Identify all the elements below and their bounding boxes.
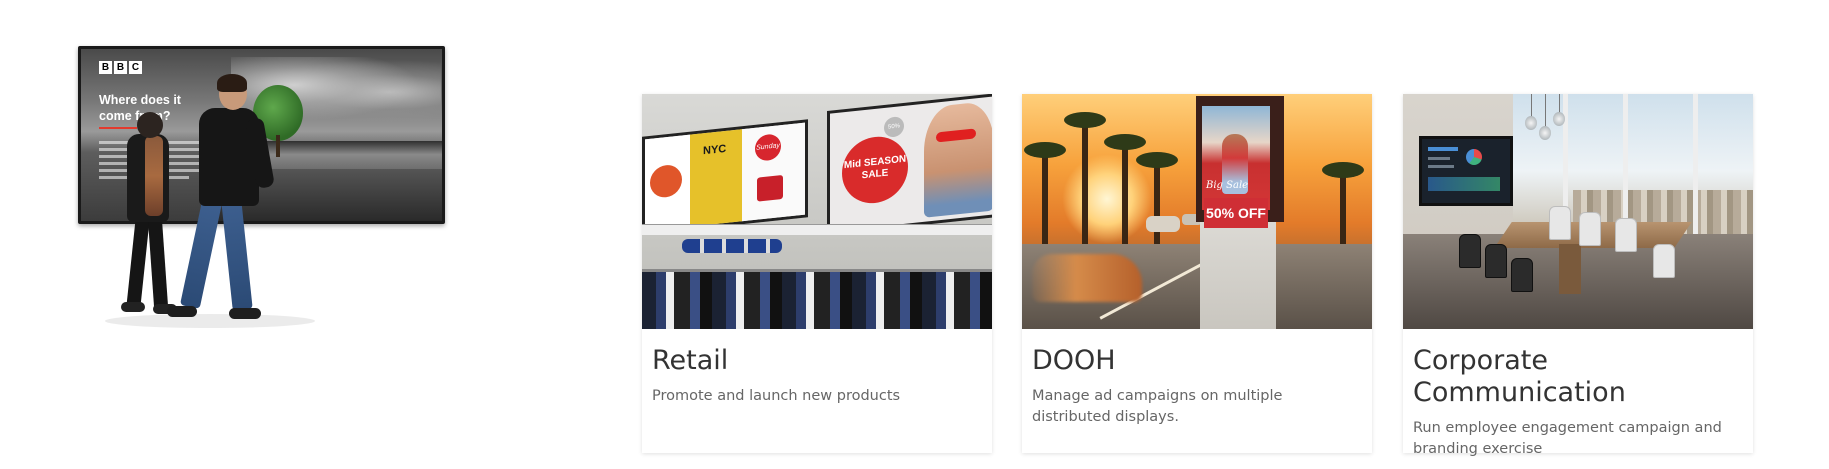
office-chair (1549, 206, 1571, 240)
woman-head (137, 112, 163, 138)
office-chair (1511, 258, 1533, 292)
woman-shoe (121, 302, 145, 312)
bbc-logo-letter: B (99, 61, 112, 74)
office-chair (1653, 244, 1675, 278)
retail-display-right: Mid SEASON SALE 50% (827, 94, 992, 235)
bbc-logo: B B C (99, 61, 142, 74)
palm-tree (1024, 142, 1066, 254)
card-description: Run employee engagement campaign and bra… (1413, 420, 1722, 457)
use-case-card-dooh[interactable]: Big Sale 50% OFF DOOH Manage ad campaign… (1022, 94, 1372, 453)
office-chair (1615, 218, 1637, 252)
card-title: DOOH (1032, 345, 1116, 376)
retail-store-image: Sunday NYC Mid SEASON SALE 50% (642, 94, 992, 329)
woman-scarf (145, 136, 163, 216)
season-sale-badge: Mid SEASON SALE (842, 133, 908, 207)
office-chair (1485, 244, 1507, 278)
office-chair (1579, 212, 1601, 246)
handbag-graphic (757, 174, 783, 202)
man-hair (217, 74, 247, 92)
card-description: Manage ad campaigns on multiple distribu… (1032, 388, 1283, 425)
pendant-lamp (1553, 112, 1565, 126)
tree-trunk-graphic (276, 135, 280, 157)
palm-tree (1322, 162, 1364, 244)
folded-clothes (682, 239, 782, 253)
discount-badge: 50% (884, 115, 904, 138)
card-title: Retail (652, 345, 729, 376)
palm-tree (1136, 152, 1178, 254)
man-shoe (229, 308, 261, 319)
palm-tree (1104, 134, 1146, 256)
window-frame (1693, 94, 1698, 234)
pendant-lamp (1539, 126, 1551, 140)
bbc-logo-letter: C (129, 61, 142, 74)
card-description: Promote and launch new products (652, 388, 901, 404)
big-sale-script: Big Sale (1206, 180, 1249, 191)
hero-illustration: B B C Where does it come from? (75, 44, 455, 404)
kiosk-base (1200, 214, 1276, 329)
retail-display-left: Sunday NYC (642, 119, 808, 235)
window-frame (1623, 94, 1628, 234)
car (1146, 216, 1180, 232)
dooh-street-image: Big Sale 50% OFF (1022, 94, 1372, 329)
use-case-card-retail[interactable]: Sunday NYC Mid SEASON SALE 50% Retail Pr… (642, 94, 992, 453)
card-title: Corporate Communication (1413, 345, 1626, 408)
bbc-logo-letter: B (114, 61, 127, 74)
headline-underline (99, 127, 137, 129)
offer-label: 50% OFF (1204, 198, 1268, 228)
shelf (642, 224, 992, 235)
page: B B C Where does it come from? Sunday NY… (0, 0, 1829, 469)
use-case-card-corporate[interactable]: Corporate Communication Run employee eng… (1403, 94, 1753, 457)
woman-leg (148, 219, 168, 307)
model-graphic (924, 100, 992, 218)
table-leg (1559, 244, 1581, 294)
meeting-room-image (1403, 94, 1753, 329)
pendant-lamp (1525, 116, 1537, 130)
dashboard-display (1419, 136, 1513, 206)
speeding-car (1032, 254, 1142, 302)
floor-shadow (105, 314, 315, 328)
woman-leg (126, 219, 150, 307)
man-shoe (167, 306, 197, 317)
sun-glow (1062, 154, 1152, 244)
office-chair (1459, 234, 1481, 268)
palm-tree (1064, 112, 1106, 254)
brand-label: NYC (703, 142, 727, 158)
hanging-clothes (642, 272, 992, 329)
